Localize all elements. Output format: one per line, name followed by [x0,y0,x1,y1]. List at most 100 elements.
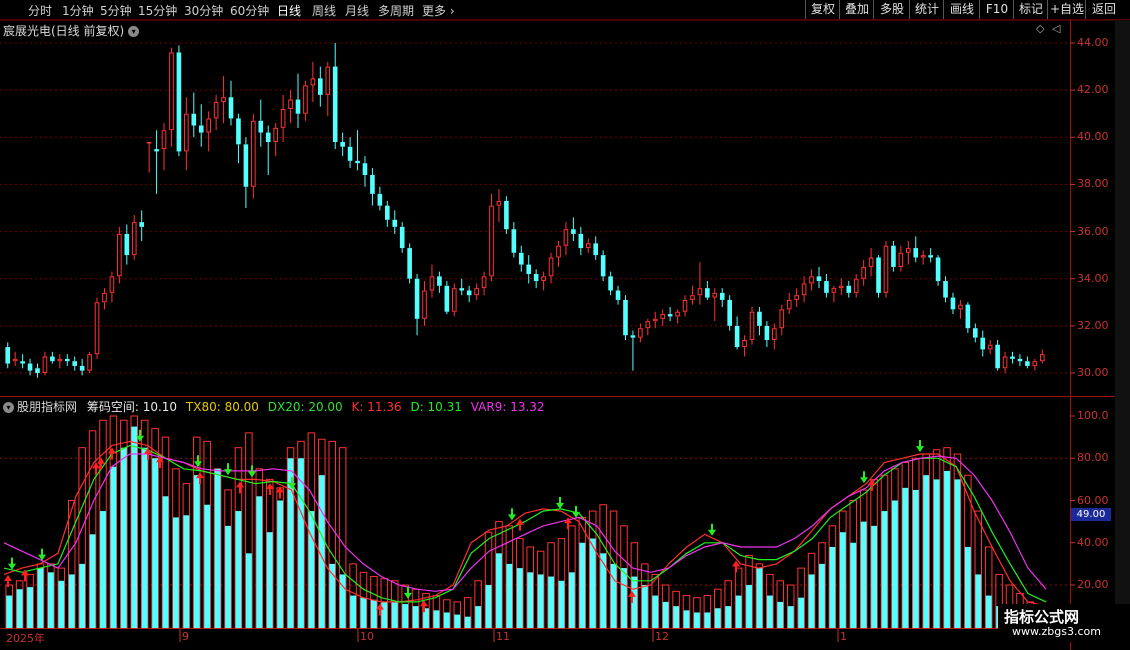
arrow-head [248,471,256,478]
chip-bar [974,510,983,629]
candle-body [176,52,182,152]
arrow-head [224,469,232,476]
chip-bar-fill [548,576,554,628]
indicator-axis-label: 60.00 [1077,493,1109,507]
chip-bar-fill [714,608,721,628]
chip-bar [672,590,680,629]
candle-body [184,113,189,152]
candle-body [585,243,591,249]
chip-bar [26,573,34,629]
candle-body [786,299,792,310]
candle [117,226,122,284]
chip-bar-fill [402,604,409,628]
chip-bar-fill [787,606,794,628]
candle [794,288,799,307]
candle [518,245,524,272]
candle-body [466,290,472,296]
chip-bar-fill [944,470,950,628]
arrow-head [4,575,12,582]
candle-body [288,99,293,109]
candle [816,266,822,289]
chip-bar [328,440,336,629]
candle [809,269,814,291]
candle-body [980,337,986,350]
chip-bar [578,516,587,629]
candle [898,245,904,272]
candle [176,45,182,157]
candle-body [965,304,971,329]
chip-bar-fill [16,589,23,628]
candle-body [228,97,234,119]
chip-bar-fill [516,568,523,628]
candle-body [236,118,241,145]
candle [146,142,152,173]
chip-bar-fill [131,426,138,628]
date-axis-label: 1 [840,630,847,643]
date-axis-label: 2025年 [6,632,45,645]
candle-body [57,358,63,362]
chart-canvas[interactable] [0,0,1130,650]
candle-body [682,299,688,312]
chip-bar [349,563,357,629]
chip-bar-fill [37,568,44,628]
collapse-icon[interactable]: ◁ [1052,22,1060,35]
chip-bar [359,571,368,629]
candle [913,236,919,263]
candle-body [526,264,532,274]
candle-body [221,97,226,102]
chip-bar [453,601,462,629]
candle [213,94,219,131]
chip-bar-fill [266,532,273,628]
chip-bar [828,525,837,629]
chip-bar [734,567,743,629]
chip-bar [390,580,399,629]
chip-bar-fill [506,563,513,628]
chip-bar-fill [27,587,33,628]
chevron-down-icon[interactable]: ▾ [128,26,140,37]
chip-bar [922,453,930,629]
chip-bar [36,563,45,629]
candle-body [474,288,479,296]
candle [772,323,777,350]
candle [87,351,92,373]
candle [265,125,271,175]
diamond-icon[interactable]: ◇ [1036,22,1044,35]
chip-bar [411,588,420,629]
chip-bar [255,468,264,629]
candle [950,292,956,315]
chip-bar [224,489,232,629]
candle-body [79,365,85,371]
candle [578,226,584,256]
chip-bar-fill [381,601,388,628]
chip-bar-fill [964,546,971,628]
indicator-grid [0,457,1070,586]
candle [20,354,25,369]
line-var9 [3,453,1047,592]
candle-body [109,276,115,293]
candle-body [87,354,92,371]
candle [72,356,78,371]
candle [1017,354,1023,366]
chip-bar-fill [641,585,648,628]
arrow-head [508,514,516,521]
candle-body [72,361,78,366]
candle [437,271,442,293]
candle-body [675,311,680,317]
chip-bar-fill [350,595,356,628]
down-arrow-icon [224,463,232,476]
candle-body [1039,354,1045,362]
candle [370,167,375,206]
chevron-down-icon[interactable]: ▾ [3,402,14,413]
candle [511,222,517,258]
indicator-d: D: 10.31 [410,400,462,414]
candle-body [332,66,338,142]
chip-bar-fill [58,580,65,628]
candle [50,351,55,364]
chip-bar [443,599,451,629]
chip-bar-fill [256,496,263,628]
candle [824,274,829,298]
candle-body [571,229,576,234]
chip-bar [516,538,524,629]
right-info-strip-lower [1115,397,1130,629]
down-arrow-icon [916,440,924,453]
